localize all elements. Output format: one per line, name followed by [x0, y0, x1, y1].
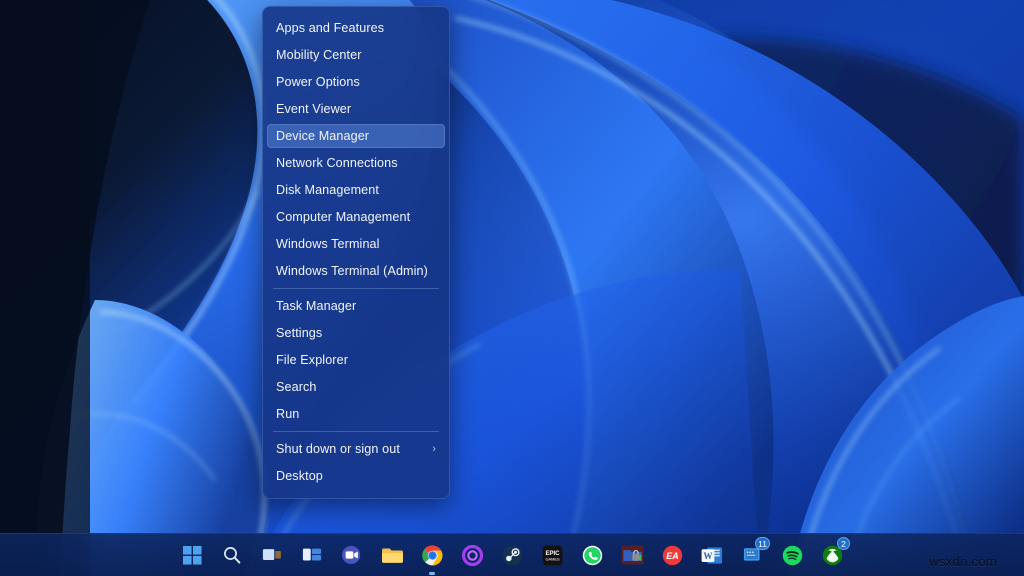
- menu-item-label: Device Manager: [276, 124, 436, 148]
- chrome-button[interactable]: [417, 540, 447, 570]
- menu-item-mobility-center[interactable]: Mobility Center: [267, 43, 445, 67]
- menu-item-label: Event Viewer: [276, 97, 436, 121]
- chat-button[interactable]: [337, 540, 367, 570]
- menu-item-label: Desktop: [276, 464, 436, 488]
- svg-text:EA: EA: [666, 550, 678, 560]
- task-view-icon: [262, 546, 282, 564]
- epic-games-icon: EPIC GAMES: [542, 545, 563, 566]
- whatsapp-button[interactable]: [577, 540, 607, 570]
- steam-button[interactable]: [497, 540, 527, 570]
- menu-item-search[interactable]: Search: [267, 375, 445, 399]
- taskbar-icon-group: EPIC GAMES EA: [177, 540, 847, 570]
- site-watermark: wsxdn.com: [929, 554, 997, 569]
- menu-item-device-manager[interactable]: Device Manager: [267, 124, 445, 148]
- svg-text:W: W: [703, 551, 713, 561]
- mail-button[interactable]: 11: [737, 540, 767, 570]
- menu-item-label: Disk Management: [276, 178, 436, 202]
- svg-text:GAMES: GAMES: [545, 556, 560, 561]
- file-explorer-icon: [381, 546, 404, 565]
- search-button[interactable]: [217, 540, 247, 570]
- menu-item-settings[interactable]: Settings: [267, 321, 445, 345]
- menu-item-apps-and-features[interactable]: Apps and Features: [267, 16, 445, 40]
- menu-item-label: Apps and Features: [276, 16, 436, 40]
- chrome-icon: [422, 545, 443, 566]
- menu-item-label: Mobility Center: [276, 43, 436, 67]
- start-button[interactable]: [177, 540, 207, 570]
- menu-item-run[interactable]: Run: [267, 402, 445, 426]
- windows-logo-icon: [183, 546, 202, 565]
- menu-item-disk-management[interactable]: Disk Management: [267, 178, 445, 202]
- search-icon: [222, 545, 242, 565]
- menu-item-label: Settings: [276, 321, 436, 345]
- whatsapp-icon: [582, 545, 603, 566]
- spotify-button[interactable]: [777, 540, 807, 570]
- steam-icon: [502, 545, 523, 566]
- menu-item-network-connections[interactable]: Network Connections: [267, 151, 445, 175]
- notification-badge: 2: [837, 537, 850, 550]
- menu-item-label: Network Connections: [276, 151, 436, 175]
- secure-folder-button[interactable]: [617, 540, 647, 570]
- ea-icon: EA: [662, 545, 683, 566]
- menu-item-label: Shut down or sign out: [276, 437, 426, 461]
- menu-item-label: Run: [276, 402, 436, 426]
- spotify-icon: [782, 545, 803, 566]
- wallpaper-bloom: [0, 0, 1024, 576]
- menu-item-desktop[interactable]: Desktop: [267, 464, 445, 488]
- menu-item-label: Windows Terminal (Admin): [276, 259, 436, 283]
- menu-item-task-manager[interactable]: Task Manager: [267, 294, 445, 318]
- menu-item-windows-terminal-admin[interactable]: Windows Terminal (Admin): [267, 259, 445, 283]
- desktop[interactable]: [0, 0, 1024, 576]
- epic-games-button[interactable]: EPIC GAMES: [537, 540, 567, 570]
- menu-separator: [273, 288, 439, 289]
- ea-app-button[interactable]: EA: [657, 540, 687, 570]
- menu-item-file-explorer[interactable]: File Explorer: [267, 348, 445, 372]
- menu-item-label: Search: [276, 375, 436, 399]
- menu-item-event-viewer[interactable]: Event Viewer: [267, 97, 445, 121]
- active-app-indicator: [429, 572, 435, 575]
- menu-item-shut-down-or-sign-out[interactable]: Shut down or sign out›: [267, 437, 445, 461]
- menu-item-label: Computer Management: [276, 205, 436, 229]
- menu-item-computer-management[interactable]: Computer Management: [267, 205, 445, 229]
- xbox-button[interactable]: 2: [817, 540, 847, 570]
- purple-ring-icon: [462, 545, 483, 566]
- folder-lock-icon: [621, 545, 644, 565]
- chevron-right-icon: ›: [432, 437, 436, 461]
- taskbar[interactable]: EPIC GAMES EA: [0, 533, 1024, 576]
- word-icon: W: [701, 545, 723, 566]
- menu-item-windows-terminal[interactable]: Windows Terminal: [267, 232, 445, 256]
- menu-item-label: Power Options: [276, 70, 436, 94]
- word-button[interactable]: W: [697, 540, 727, 570]
- menu-item-label: File Explorer: [276, 348, 436, 372]
- purple-app-button[interactable]: [457, 540, 487, 570]
- task-view-button[interactable]: [257, 540, 287, 570]
- widgets-icon: [302, 546, 322, 564]
- widgets-button[interactable]: [297, 540, 327, 570]
- chat-teams-icon: [341, 545, 363, 565]
- menu-item-label: Task Manager: [276, 294, 436, 318]
- file-explorer-button[interactable]: [377, 540, 407, 570]
- notification-badge: 11: [755, 537, 770, 550]
- menu-separator: [273, 431, 439, 432]
- menu-item-power-options[interactable]: Power Options: [267, 70, 445, 94]
- menu-item-label: Windows Terminal: [276, 232, 436, 256]
- win-x-context-menu[interactable]: Apps and Features Mobility Center Power Op…: [262, 6, 450, 499]
